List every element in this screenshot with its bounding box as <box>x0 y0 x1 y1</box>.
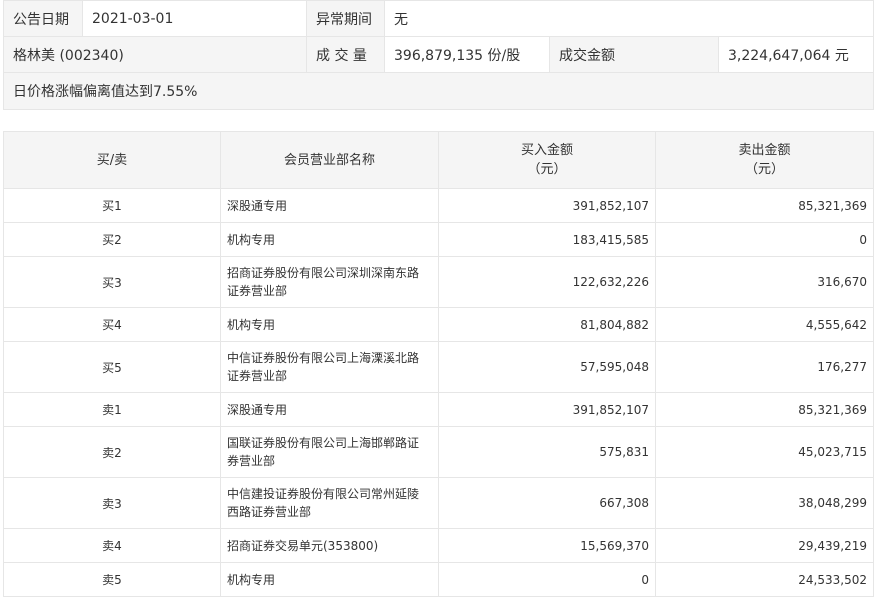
row-sell-amount: 45,023,715 <box>655 426 874 478</box>
row-sell-amount: 4,555,642 <box>655 307 874 342</box>
row-department: 机构专用 <box>220 307 439 342</box>
row-direction: 买1 <box>3 188 221 223</box>
row-department: 国联证券股份有限公司上海邯郸路证券营业部 <box>220 426 439 478</box>
row-sell-amount: 85,321,369 <box>655 392 874 427</box>
announce-date-value: 2021-03-01 <box>82 0 307 37</box>
row-sell-amount: 316,670 <box>655 256 874 308</box>
row-department: 中信证券股份有限公司上海溧溪北路证券营业部 <box>220 341 439 393</box>
table-row: 卖4 招商证券交易单元(353800) 15,569,370 29,439,21… <box>3 528 874 563</box>
row-buy-amount: 122,632,226 <box>438 256 656 308</box>
abnormal-period-label: 异常期间 <box>306 0 385 37</box>
summary-table: 公告日期 2021-03-01 异常期间 无 格林美 (002340) 成 交 … <box>3 0 874 110</box>
header-sell-line1: 卖出金额 <box>738 143 791 158</box>
header-buy-line1: 买入金额 <box>520 143 573 158</box>
reason-text: 日价格涨幅偏离值达到7.55% <box>3 72 874 110</box>
abnormal-period-value: 无 <box>384 0 874 37</box>
table-row: 卖2 国联证券股份有限公司上海邯郸路证券营业部 575,831 45,023,7… <box>3 426 874 478</box>
header-direction: 买/卖 <box>3 131 221 189</box>
row-department: 招商证券股份有限公司深圳深南东路证券营业部 <box>220 256 439 308</box>
summary-row-volume: 格林美 (002340) 成 交 量 396,879,135 份/股 成交金额 … <box>3 36 874 73</box>
row-direction: 卖2 <box>3 426 221 478</box>
header-sell-line2: （元） <box>744 162 784 177</box>
table-row: 卖5 机构专用 0 24,533,502 <box>3 562 874 597</box>
row-department: 中信建投证券股份有限公司常州延陵西路证券营业部 <box>220 477 439 529</box>
row-direction: 卖3 <box>3 477 221 529</box>
row-buy-amount: 667,308 <box>438 477 656 529</box>
row-direction: 卖4 <box>3 528 221 563</box>
row-buy-amount: 57,595,048 <box>438 341 656 393</box>
row-buy-amount: 0 <box>438 562 656 597</box>
row-sell-amount: 85,321,369 <box>655 188 874 223</box>
table-row: 卖3 中信建投证券股份有限公司常州延陵西路证券营业部 667,308 38,04… <box>3 477 874 529</box>
row-sell-amount: 38,048,299 <box>655 477 874 529</box>
row-department: 机构专用 <box>220 222 439 257</box>
row-buy-amount: 575,831 <box>438 426 656 478</box>
trading-detail-table: 买/卖 会员营业部名称 买入金额 （元） 卖出金额 （元） 买1 深股通专用 3… <box>3 131 874 597</box>
stock-name: 格林美 (002340) <box>3 36 307 73</box>
row-buy-amount: 391,852,107 <box>438 392 656 427</box>
row-direction: 卖5 <box>3 562 221 597</box>
row-sell-amount: 24,533,502 <box>655 562 874 597</box>
row-department: 机构专用 <box>220 562 439 597</box>
summary-row-reason: 日价格涨幅偏离值达到7.55% <box>3 72 874 110</box>
volume-value: 396,879,135 份/股 <box>384 36 550 73</box>
amount-value: 3,224,647,064 元 <box>718 36 874 73</box>
amount-label: 成交金额 <box>549 36 719 73</box>
row-sell-amount: 29,439,219 <box>655 528 874 563</box>
table-row: 买2 机构专用 183,415,585 0 <box>3 222 874 257</box>
table-row: 买5 中信证券股份有限公司上海溧溪北路证券营业部 57,595,048 176,… <box>3 341 874 393</box>
volume-label: 成 交 量 <box>306 36 385 73</box>
table-row: 买1 深股通专用 391,852,107 85,321,369 <box>3 188 874 223</box>
summary-row-date: 公告日期 2021-03-01 异常期间 无 <box>3 0 874 37</box>
table-header-row: 买/卖 会员营业部名称 买入金额 （元） 卖出金额 （元） <box>3 131 874 189</box>
row-department: 深股通专用 <box>220 392 439 427</box>
row-buy-amount: 15,569,370 <box>438 528 656 563</box>
row-buy-amount: 391,852,107 <box>438 188 656 223</box>
table-row: 买3 招商证券股份有限公司深圳深南东路证券营业部 122,632,226 316… <box>3 256 874 308</box>
row-direction: 买5 <box>3 341 221 393</box>
row-direction: 卖1 <box>3 392 221 427</box>
row-buy-amount: 183,415,585 <box>438 222 656 257</box>
row-direction: 买2 <box>3 222 221 257</box>
table-row: 买4 机构专用 81,804,882 4,555,642 <box>3 307 874 342</box>
announce-date-label: 公告日期 <box>3 0 83 37</box>
header-buy-line2: （元） <box>527 162 567 177</box>
row-buy-amount: 81,804,882 <box>438 307 656 342</box>
header-department: 会员营业部名称 <box>220 131 439 189</box>
table-row: 卖1 深股通专用 391,852,107 85,321,369 <box>3 392 874 427</box>
header-sell-amount: 卖出金额 （元） <box>655 131 874 189</box>
row-direction: 买4 <box>3 307 221 342</box>
header-buy-amount: 买入金额 （元） <box>438 131 656 189</box>
row-sell-amount: 176,277 <box>655 341 874 393</box>
row-direction: 买3 <box>3 256 221 308</box>
row-department: 深股通专用 <box>220 188 439 223</box>
row-department: 招商证券交易单元(353800) <box>220 528 439 563</box>
row-sell-amount: 0 <box>655 222 874 257</box>
